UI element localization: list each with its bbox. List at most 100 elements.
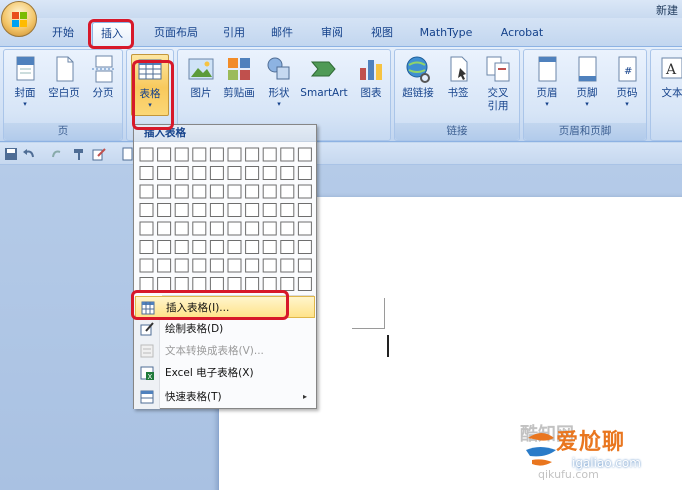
- grid-cell[interactable]: [297, 203, 312, 217]
- grid-cell[interactable]: [245, 166, 260, 180]
- grid-cell[interactable]: [192, 166, 207, 180]
- grid-cell[interactable]: [209, 221, 224, 236]
- grid-cell[interactable]: [192, 203, 207, 217]
- grid-cell[interactable]: [209, 240, 224, 254]
- grid-cell[interactable]: [227, 166, 242, 180]
- grid-cell[interactable]: [157, 240, 172, 254]
- grid-cell[interactable]: [192, 221, 207, 236]
- grid-cell[interactable]: [227, 147, 242, 162]
- grid-cell[interactable]: [262, 221, 277, 236]
- grid-cell[interactable]: [297, 184, 312, 199]
- grid-cell[interactable]: [262, 240, 277, 254]
- picture-button[interactable]: 图片: [182, 54, 220, 116]
- smartart-button[interactable]: SmartArt: [298, 54, 350, 116]
- grid-cell[interactable]: [174, 147, 189, 162]
- grid-cell[interactable]: [174, 277, 189, 291]
- page-break-button[interactable]: 分页: [84, 54, 122, 116]
- grid-cell[interactable]: [262, 184, 277, 199]
- grid-cell[interactable]: [297, 166, 312, 180]
- grid-cell[interactable]: [192, 147, 207, 162]
- footer-button[interactable]: 页脚 ▾: [568, 54, 606, 116]
- grid-cell[interactable]: [157, 277, 172, 291]
- grid-cell[interactable]: [262, 203, 277, 217]
- grid-cell[interactable]: [174, 240, 189, 254]
- grid-cell[interactable]: [209, 277, 224, 291]
- grid-cell[interactable]: [139, 203, 154, 217]
- grid-cell[interactable]: [262, 166, 277, 180]
- grid-cell[interactable]: [174, 258, 189, 273]
- grid-cell[interactable]: [245, 147, 260, 162]
- grid-cell[interactable]: [245, 277, 260, 291]
- menu-insert-table[interactable]: 插入表格(I)...: [135, 296, 315, 318]
- grid-cell[interactable]: [297, 147, 312, 162]
- grid-cell[interactable]: [227, 184, 242, 199]
- grid-cell[interactable]: [174, 166, 189, 180]
- grid-cell[interactable]: [174, 203, 189, 217]
- grid-cell[interactable]: [139, 147, 154, 162]
- office-button[interactable]: [1, 1, 37, 37]
- grid-cell[interactable]: [209, 166, 224, 180]
- grid-cell[interactable]: [297, 240, 312, 254]
- chart-button[interactable]: 图表: [352, 54, 390, 116]
- grid-cell[interactable]: [192, 184, 207, 199]
- grid-cell[interactable]: [139, 166, 154, 180]
- cover-page-button[interactable]: 封面 ▾: [6, 54, 44, 116]
- grid-cell[interactable]: [139, 240, 154, 254]
- shapes-button[interactable]: 形状 ▾: [260, 54, 298, 116]
- grid-cell[interactable]: [174, 184, 189, 199]
- format-painter-icon[interactable]: [72, 147, 86, 161]
- grid-cell[interactable]: [227, 258, 242, 273]
- grid-cell[interactable]: [245, 203, 260, 217]
- grid-cell[interactable]: [245, 258, 260, 273]
- grid-cell[interactable]: [157, 203, 172, 217]
- grid-cell[interactable]: [209, 258, 224, 273]
- grid-cell[interactable]: [297, 277, 312, 291]
- grid-cell[interactable]: [227, 240, 242, 254]
- grid-cell[interactable]: [245, 240, 260, 254]
- table-button[interactable]: 表格 ▾: [131, 54, 169, 116]
- tab-mailings[interactable]: 邮件: [262, 22, 302, 46]
- grid-cell[interactable]: [262, 277, 277, 291]
- page-number-button[interactable]: # 页码 ▾: [608, 54, 646, 116]
- grid-cell[interactable]: [192, 258, 207, 273]
- hyperlink-button[interactable]: 超链接: [399, 54, 437, 116]
- grid-cell[interactable]: [280, 184, 295, 199]
- grid-cell[interactable]: [157, 184, 172, 199]
- grid-cell[interactable]: [262, 258, 277, 273]
- grid-cell[interactable]: [139, 277, 154, 291]
- grid-cell[interactable]: [157, 147, 172, 162]
- grid-cell[interactable]: [157, 258, 172, 273]
- grid-cell[interactable]: [209, 147, 224, 162]
- grid-cell[interactable]: [227, 203, 242, 217]
- grid-cell[interactable]: [280, 147, 295, 162]
- grid-cell[interactable]: [262, 147, 277, 162]
- grid-cell[interactable]: [280, 258, 295, 273]
- bookmark-button[interactable]: 书签: [439, 54, 477, 116]
- grid-cell[interactable]: [280, 277, 295, 291]
- menu-quick-tables[interactable]: 快速表格(T) ▸: [135, 386, 315, 408]
- grid-cell[interactable]: [227, 221, 242, 236]
- table-size-grid[interactable]: [139, 147, 315, 295]
- menu-draw-table[interactable]: 绘制表格(D): [135, 318, 315, 340]
- grid-cell[interactable]: [139, 221, 154, 236]
- grid-cell[interactable]: [280, 221, 295, 236]
- grid-cell[interactable]: [174, 221, 189, 236]
- clip-art-button[interactable]: 剪贴画: [220, 54, 258, 116]
- tab-references[interactable]: 引用: [214, 22, 254, 46]
- cross-reference-button[interactable]: 交叉 引用: [479, 54, 517, 116]
- grid-cell[interactable]: [209, 203, 224, 217]
- grid-cell[interactable]: [297, 221, 312, 236]
- redo-icon[interactable]: [50, 147, 64, 161]
- header-button[interactable]: 页眉 ▾: [528, 54, 566, 116]
- grid-cell[interactable]: [297, 258, 312, 273]
- text-box-button[interactable]: A 文本: [653, 54, 682, 116]
- blank-page-button[interactable]: 空白页: [45, 54, 83, 116]
- grid-cell[interactable]: [227, 277, 242, 291]
- tab-view[interactable]: 视图: [362, 22, 402, 46]
- save-icon[interactable]: [4, 147, 18, 161]
- grid-cell[interactable]: [192, 240, 207, 254]
- undo-icon[interactable]: [22, 147, 36, 161]
- tab-acrobat[interactable]: Acrobat: [490, 22, 554, 46]
- grid-cell[interactable]: [209, 184, 224, 199]
- tab-home[interactable]: 开始: [42, 22, 84, 46]
